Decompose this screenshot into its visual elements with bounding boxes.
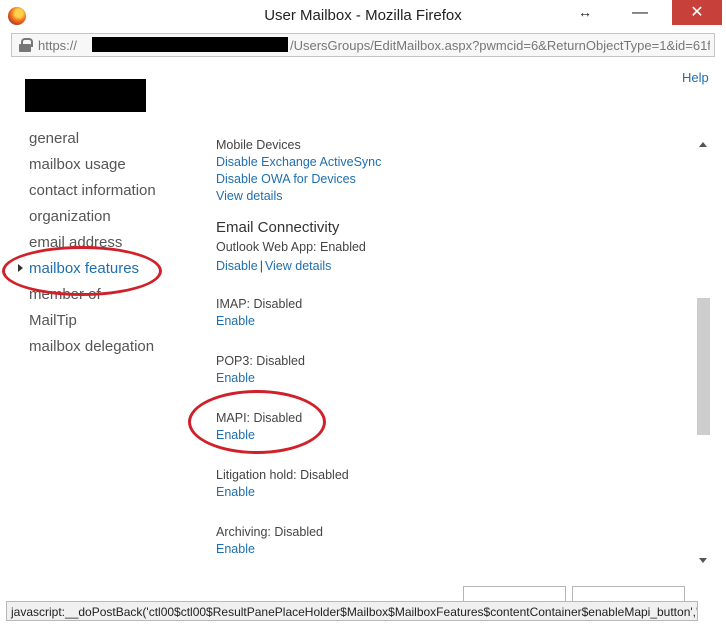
- archiving-status: Archiving: Disabled: [216, 525, 323, 539]
- archiving-enable-link[interactable]: Enable: [216, 542, 255, 556]
- mapi-enable-link[interactable]: Enable: [216, 428, 255, 442]
- pop3-enable-link[interactable]: Enable: [216, 371, 255, 385]
- url-scheme: https://: [38, 38, 78, 53]
- mapi-status: MAPI: Disabled: [216, 411, 303, 425]
- imap-status: IMAP: Disabled: [216, 297, 303, 311]
- email-connectivity-heading: Email Connectivity: [216, 219, 340, 236]
- owa-actions: Disable | View details: [216, 257, 331, 275]
- resize-icon[interactable]: ↔: [578, 4, 592, 20]
- owa-disable-link[interactable]: Disable: [216, 259, 258, 273]
- content-scrollbar[interactable]: [695, 135, 712, 569]
- mobile-view-details-link[interactable]: View details: [216, 189, 282, 203]
- selected-arrow-icon: [18, 264, 23, 272]
- mobile-devices-heading: Mobile Devices: [216, 138, 301, 152]
- close-button[interactable]: ✕: [672, 0, 722, 25]
- url-path: /UsersGroups/EditMailbox.aspx?pwmcid=6&R…: [290, 38, 710, 53]
- nav-item-mailbox-features[interactable]: mailbox features: [29, 260, 139, 277]
- disable-activesync-link[interactable]: Disable Exchange ActiveSync: [216, 155, 381, 169]
- owa-status: Outlook Web App: Enabled: [216, 240, 366, 254]
- lock-icon: [19, 38, 33, 52]
- redacted-logo: [25, 79, 146, 112]
- redacted-host: [92, 37, 288, 52]
- help-link[interactable]: Help: [682, 70, 709, 85]
- disable-owa-devices-link[interactable]: Disable OWA for Devices: [216, 172, 356, 186]
- owa-view-details-link[interactable]: View details: [265, 259, 331, 273]
- nav-item-organization[interactable]: organization: [29, 208, 111, 225]
- imap-enable-link[interactable]: Enable: [216, 314, 255, 328]
- window-title: User Mailbox - Mozilla Firefox: [264, 7, 462, 24]
- link-separator: |: [259, 259, 263, 273]
- litigation-hold-status: Litigation hold: Disabled: [216, 468, 349, 482]
- nav-item-contact-information[interactable]: contact information: [29, 182, 156, 199]
- nav-item-email-address[interactable]: email address: [29, 234, 122, 251]
- window-titlebar: User Mailbox - Mozilla Firefox ↔ — ✕: [0, 0, 726, 33]
- status-bar: javascript:__doPostBack('ctl00$ctl00$Res…: [6, 601, 698, 621]
- scroll-up-arrow-icon[interactable]: [699, 142, 707, 147]
- scroll-down-arrow-icon[interactable]: [699, 558, 707, 563]
- litigation-hold-enable-link[interactable]: Enable: [216, 485, 255, 499]
- minimize-button[interactable]: —: [622, 2, 658, 28]
- nav-item-member-of[interactable]: member of: [29, 286, 101, 303]
- scrollbar-thumb[interactable]: [697, 298, 710, 435]
- nav-item-mailtip[interactable]: MailTip: [29, 312, 77, 329]
- nav-item-general[interactable]: general: [29, 130, 79, 147]
- nav-item-mailbox-delegation[interactable]: mailbox delegation: [29, 338, 154, 355]
- nav-item-mailbox-usage[interactable]: mailbox usage: [29, 156, 126, 173]
- url-bar[interactable]: https:// /UsersGroups/EditMailbox.aspx?p…: [11, 33, 715, 57]
- pop3-status: POP3: Disabled: [216, 354, 305, 368]
